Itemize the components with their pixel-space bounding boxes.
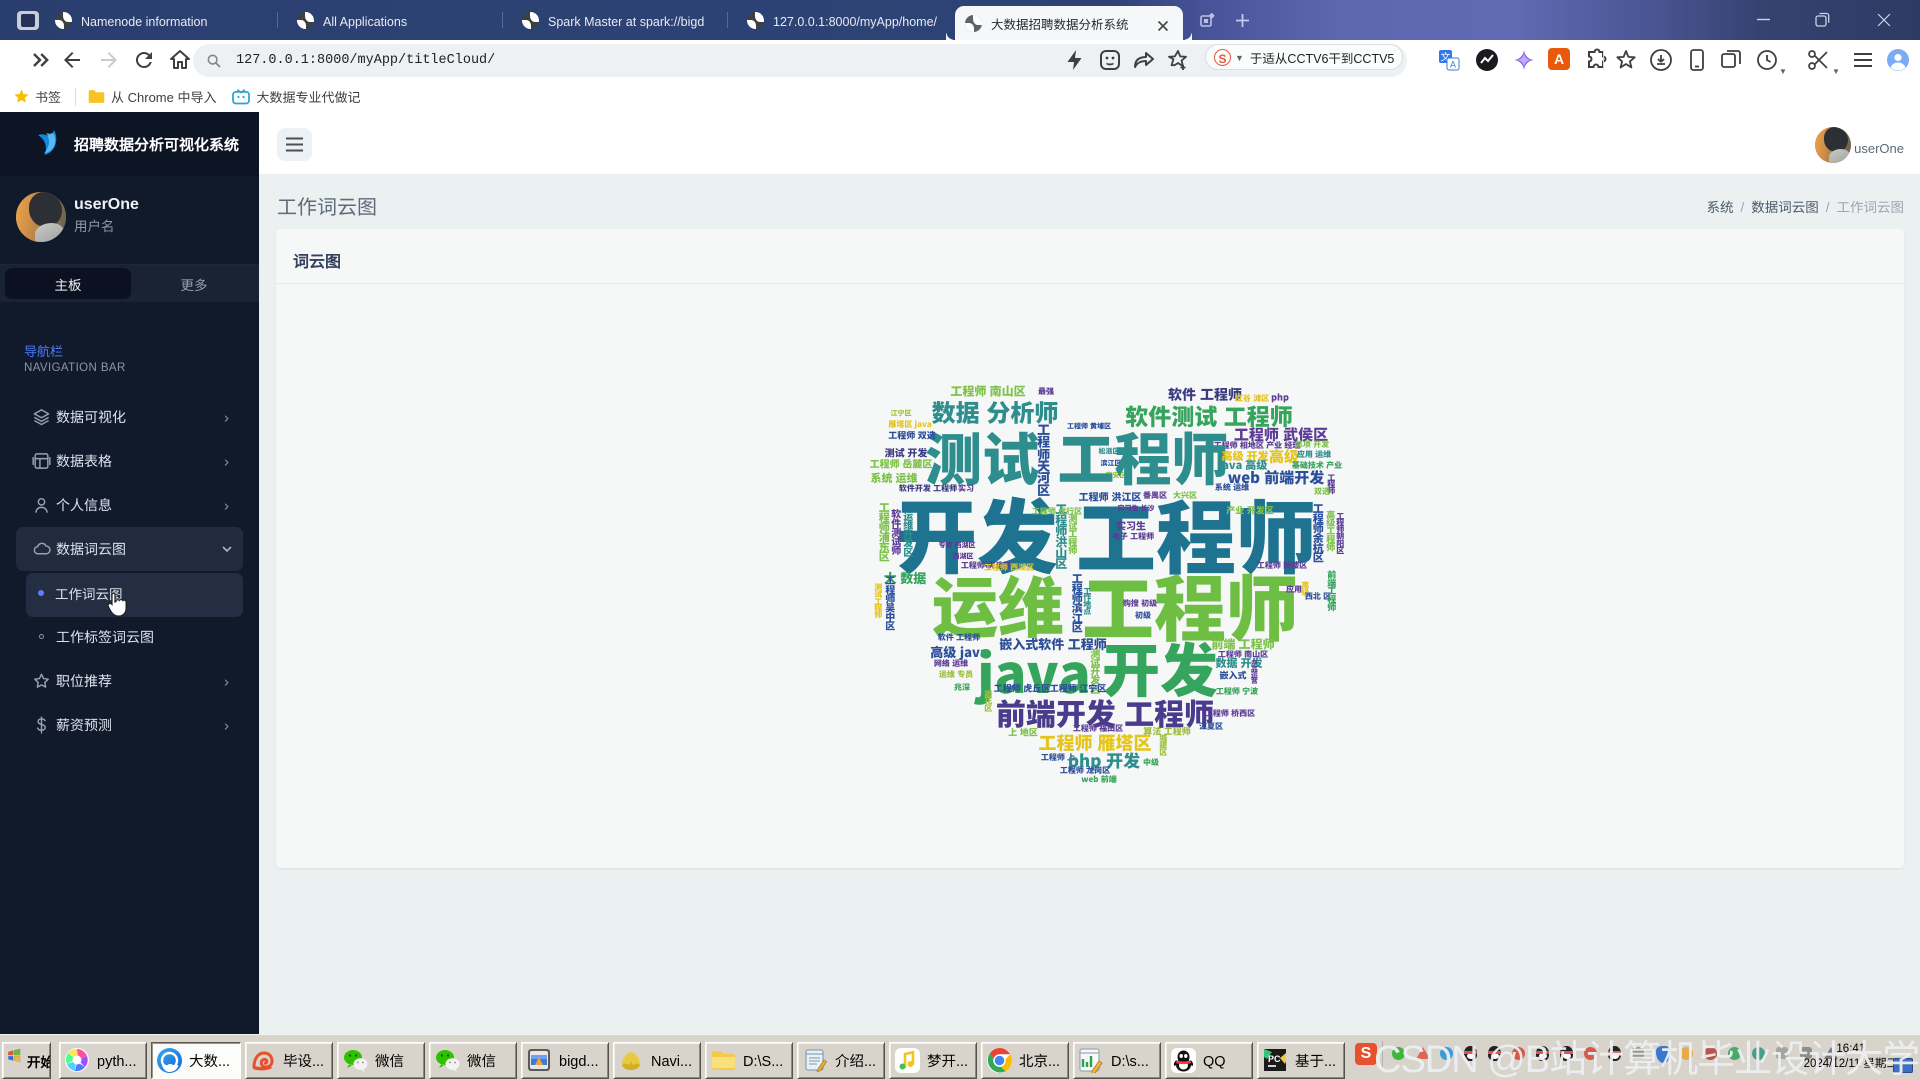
svg-text:A: A (1450, 60, 1456, 70)
svg-text:PC: PC (1268, 1054, 1281, 1064)
